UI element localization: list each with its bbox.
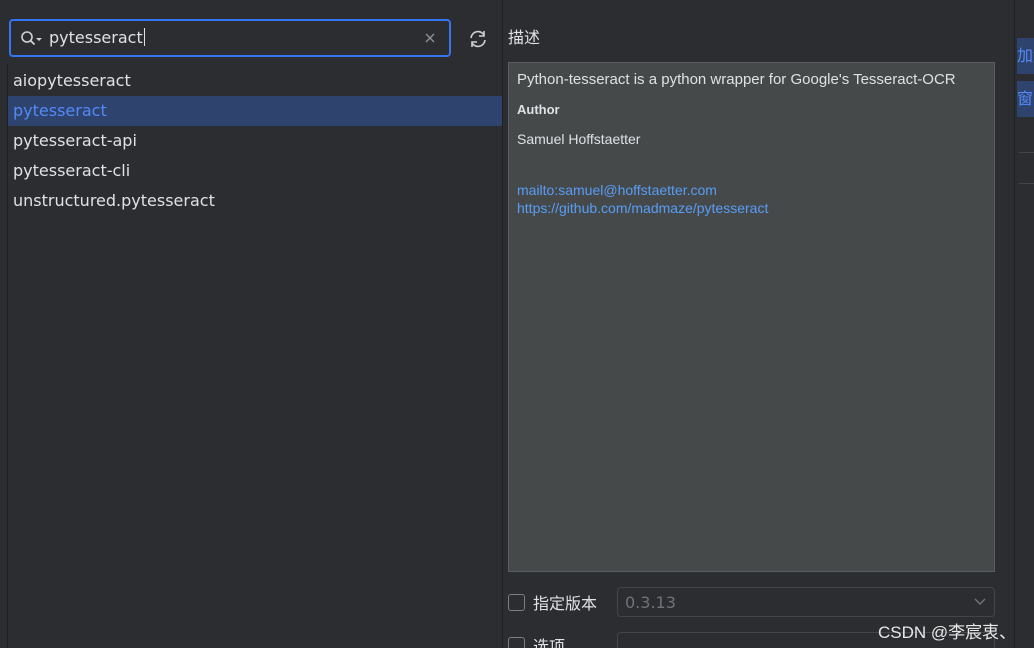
search-row: pytesseract	[0, 0, 503, 64]
package-details-panel: 描述 Python-tesseract is a python wrapper …	[503, 0, 1014, 648]
side-panel-button-label: 窗	[1017, 89, 1034, 108]
chevron-down-icon	[974, 598, 986, 605]
package-installer-dialog: pytesseract aiopytesseract pytesseract p…	[0, 0, 1034, 648]
homepage-link[interactable]: https://github.com/madmaze/pytesseract	[517, 199, 986, 217]
search-input[interactable]: pytesseract	[9, 19, 451, 57]
email-link[interactable]: mailto:samuel@hoffstaetter.com	[517, 181, 986, 199]
description-heading: 描述	[508, 28, 541, 47]
side-panel-separator	[1019, 183, 1034, 184]
list-item[interactable]: unstructured.pytesseract	[8, 186, 502, 216]
search-icon[interactable]	[20, 30, 44, 48]
author-name: Samuel Hoffstaetter	[517, 131, 641, 147]
description-links: mailto:samuel@hoffstaetter.com https://g…	[517, 181, 986, 217]
options-label[interactable]: 选项	[533, 633, 565, 648]
specify-version-checkbox[interactable]	[508, 593, 525, 611]
refresh-button[interactable]	[463, 24, 493, 54]
side-panel-button-label: 加解	[1017, 46, 1034, 65]
side-panel-separator	[1019, 152, 1034, 153]
watermark: CSDN @李宸衷、	[878, 623, 1017, 642]
specify-version-label[interactable]: 指定版本	[533, 590, 597, 614]
options-row: 选项	[508, 630, 565, 648]
description-box: Python-tesseract is a python wrapper for…	[508, 62, 995, 572]
search-query-text: pytesseract	[49, 28, 145, 47]
package-list[interactable]: aiopytesseract pytesseract pytesseract-a…	[7, 64, 503, 648]
list-item[interactable]: aiopytesseract	[8, 66, 502, 96]
refresh-icon	[470, 30, 486, 48]
author-label: Author	[517, 102, 560, 117]
specify-version-row: 指定版本	[508, 587, 597, 617]
clear-icon[interactable]	[423, 31, 437, 45]
side-panel-button[interactable]: 加解	[1017, 38, 1034, 74]
package-list-panel: pytesseract aiopytesseract pytesseract p…	[0, 0, 503, 648]
description-summary: Python-tesseract is a python wrapper for…	[517, 71, 956, 88]
version-value: 0.3.13	[625, 593, 676, 612]
text-caret	[143, 28, 145, 46]
list-item[interactable]: pytesseract-api	[8, 126, 502, 156]
side-panel-edge: 加解 窗	[1014, 0, 1034, 648]
version-select[interactable]: 0.3.13	[617, 587, 995, 617]
options-checkbox[interactable]	[508, 636, 525, 648]
side-panel-button[interactable]: 窗	[1017, 81, 1034, 117]
list-item[interactable]: pytesseract-cli	[8, 156, 502, 186]
list-item-selected[interactable]: pytesseract	[8, 96, 502, 126]
